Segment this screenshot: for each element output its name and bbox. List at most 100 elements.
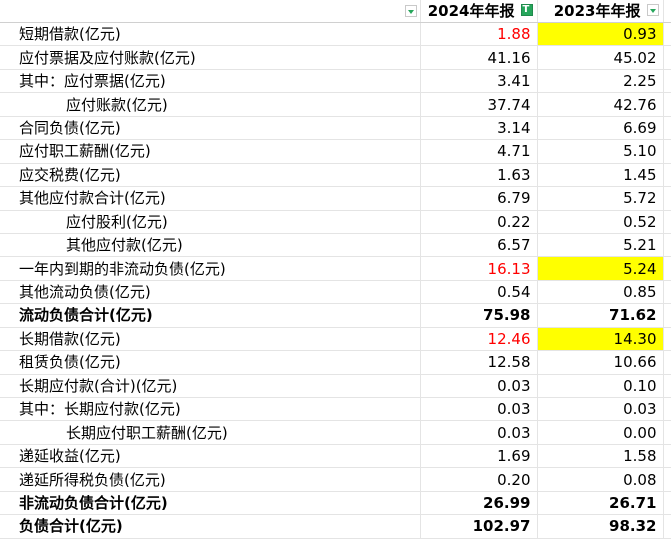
row-label[interactable]: 其他流动负债(亿元) [0, 280, 421, 305]
empty-cell[interactable] [663, 92, 671, 117]
row-label[interactable]: 递延所得税负债(亿元) [0, 467, 421, 492]
filter-dropdown-icon[interactable] [646, 4, 659, 16]
empty-cell[interactable] [663, 186, 671, 211]
empty-cell[interactable] [663, 22, 671, 47]
value-2023[interactable]: 5.21 [537, 233, 664, 258]
row-label[interactable]: 应付票据及应付账款(亿元) [0, 45, 421, 70]
value-2024[interactable]: 41.16 [420, 45, 538, 70]
empty-cell[interactable] [663, 256, 671, 281]
value-2024[interactable]: 102.97 [420, 514, 538, 539]
empty-cell[interactable] [663, 350, 671, 375]
header-2023-cell[interactable]: 2023年年报 [537, 0, 664, 23]
value-2023[interactable]: 5.72 [537, 186, 664, 211]
value-2023[interactable]: 0.00 [537, 420, 664, 445]
value-2024[interactable]: 37.74 [420, 92, 538, 117]
value-2024[interactable]: 4.71 [420, 139, 538, 164]
row-label[interactable]: 其他应付款合计(亿元) [0, 186, 421, 211]
spreadsheet: 2024年年报 T 2023年年报 短期借款(亿元) 1.88 0.93 应付票… [0, 0, 671, 539]
row-label[interactable]: 应付股利(亿元) [0, 210, 421, 234]
value-2024[interactable]: 1.69 [420, 444, 538, 469]
value-2024[interactable]: 12.46 [420, 327, 538, 352]
value-2023[interactable]: 0.03 [537, 397, 664, 422]
filter-dropdown-icon[interactable] [405, 5, 417, 17]
value-2024[interactable]: 16.13 [420, 256, 538, 281]
value-2024[interactable]: 0.22 [420, 210, 538, 234]
empty-cell[interactable] [663, 420, 671, 445]
value-2023[interactable]: 0.10 [537, 374, 664, 399]
empty-cell[interactable] [663, 116, 671, 141]
empty-cell[interactable] [663, 0, 671, 23]
row-label[interactable]: 其中：长期应付款(亿元) [0, 397, 421, 422]
value-2023[interactable]: 1.58 [537, 444, 664, 469]
empty-cell[interactable] [663, 303, 671, 328]
row-label[interactable]: 一年内到期的非流动负债(亿元) [0, 256, 421, 281]
row-label[interactable]: 应付职工薪酬(亿元) [0, 139, 421, 164]
empty-cell[interactable] [663, 280, 671, 305]
row-label[interactable]: 递延收益(亿元) [0, 444, 421, 469]
empty-cell[interactable] [663, 514, 671, 539]
empty-cell[interactable] [663, 397, 671, 422]
empty-cell[interactable] [663, 163, 671, 188]
value-2023[interactable]: 0.08 [537, 467, 664, 492]
empty-cell[interactable] [663, 327, 671, 352]
value-2024[interactable]: 0.54 [420, 280, 538, 305]
value-2024[interactable]: 6.79 [420, 186, 538, 211]
table-row: 长期应付职工薪酬(亿元) 0.03 0.00 [0, 420, 671, 445]
table-row: 应付账款(亿元) 37.74 42.76 [0, 92, 671, 117]
value-2023[interactable]: 45.02 [537, 45, 664, 70]
value-2023[interactable]: 1.45 [537, 163, 664, 188]
value-2023[interactable]: 14.30 [537, 327, 664, 352]
value-2024[interactable]: 1.63 [420, 163, 538, 188]
value-2024[interactable]: 1.88 [420, 22, 538, 47]
row-label[interactable]: 其中：应付票据(亿元) [0, 69, 421, 94]
row-label[interactable]: 应交税费(亿元) [0, 163, 421, 188]
value-2024[interactable]: 0.03 [420, 374, 538, 399]
value-2023[interactable]: 42.76 [537, 92, 664, 117]
row-label[interactable]: 其他应付款(亿元) [0, 233, 421, 258]
value-2023[interactable]: 6.69 [537, 116, 664, 141]
empty-cell[interactable] [663, 210, 671, 234]
value-2024[interactable]: 0.20 [420, 467, 538, 492]
row-label[interactable]: 长期应付款(合计)(亿元) [0, 374, 421, 399]
empty-cell[interactable] [663, 45, 671, 70]
empty-cell[interactable] [663, 374, 671, 399]
row-label[interactable]: 非流动负债合计(亿元) [0, 491, 421, 516]
row-label[interactable]: 应付账款(亿元) [0, 92, 421, 117]
value-2024[interactable]: 12.58 [420, 350, 538, 375]
empty-cell[interactable] [663, 467, 671, 492]
row-label[interactable]: 合同负债(亿元) [0, 116, 421, 141]
row-label[interactable]: 流动负债合计(亿元) [0, 303, 421, 328]
value-2023[interactable]: 0.93 [537, 22, 664, 47]
row-label[interactable]: 负债合计(亿元) [0, 514, 421, 539]
empty-cell[interactable] [663, 139, 671, 164]
liabilities-table: 2024年年报 T 2023年年报 短期借款(亿元) 1.88 0.93 应付票… [0, 0, 671, 539]
empty-cell[interactable] [663, 233, 671, 258]
value-2023[interactable]: 71.62 [537, 303, 664, 328]
value-2024[interactable]: 3.41 [420, 69, 538, 94]
value-2023[interactable]: 5.10 [537, 139, 664, 164]
value-2024[interactable]: 0.03 [420, 397, 538, 422]
filter-active-icon[interactable]: T [520, 4, 533, 16]
empty-cell[interactable] [663, 491, 671, 516]
row-label[interactable]: 长期借款(亿元) [0, 327, 421, 352]
value-2023[interactable]: 0.52 [537, 210, 664, 234]
value-2023[interactable]: 0.85 [537, 280, 664, 305]
row-label[interactable]: 长期应付职工薪酬(亿元) [0, 420, 421, 445]
value-2024[interactable]: 0.03 [420, 420, 538, 445]
row-label[interactable]: 租赁负债(亿元) [0, 350, 421, 375]
value-2023[interactable]: 2.25 [537, 69, 664, 94]
header-label-cell[interactable] [0, 0, 421, 23]
empty-cell[interactable] [663, 69, 671, 94]
value-2024[interactable]: 3.14 [420, 116, 538, 141]
value-2023[interactable]: 10.66 [537, 350, 664, 375]
value-2024[interactable]: 6.57 [420, 233, 538, 258]
empty-cell[interactable] [663, 444, 671, 469]
value-2023[interactable]: 26.71 [537, 491, 664, 516]
row-label[interactable]: 短期借款(亿元) [0, 22, 421, 47]
table-row: 其中：应付票据(亿元) 3.41 2.25 [0, 69, 671, 94]
value-2024[interactable]: 75.98 [420, 303, 538, 328]
value-2023[interactable]: 5.24 [537, 256, 664, 281]
value-2023[interactable]: 98.32 [537, 514, 664, 539]
value-2024[interactable]: 26.99 [420, 491, 538, 516]
header-2024-cell[interactable]: 2024年年报 T [420, 0, 538, 23]
